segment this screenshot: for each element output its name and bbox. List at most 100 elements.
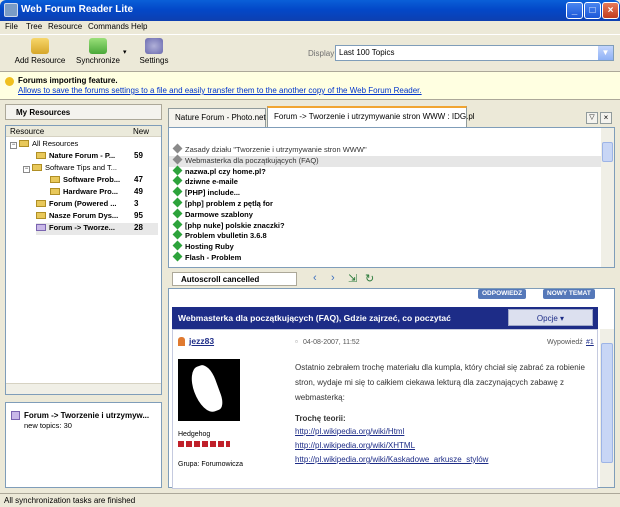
topic-list[interactable]: Zasady działu "Tworzenie i utrzymywanie … (168, 127, 615, 268)
forward-icon[interactable]: › (331, 272, 335, 284)
tree-item-software-tips[interactable]: − Software Tips and T... (23, 163, 117, 175)
scrollbar-thumb[interactable] (601, 343, 613, 463)
synchronize-dropdown-icon[interactable]: ▾ (123, 48, 127, 56)
topic-item[interactable]: [php nuke] polskie znaczki? (169, 219, 614, 232)
read-topic-icon (172, 143, 183, 154)
new-topic-icon (172, 229, 183, 240)
add-resource-button[interactable]: Add Resource (13, 36, 67, 70)
topic-item[interactable]: [php] problem z pętlą for (169, 197, 614, 210)
refresh-icon[interactable]: ↻ (365, 272, 374, 285)
new-topic-button[interactable]: NOWY TEMAT (543, 289, 595, 299)
back-icon[interactable]: ‹ (313, 272, 317, 284)
post-link[interactable]: http://pl.wikipedia.org/wiki/Kaskadowe_a… (295, 455, 488, 464)
close-tab-icon[interactable]: × (600, 112, 612, 124)
post-subheading: Trochę teorii: (295, 414, 346, 423)
post-link[interactable]: http://pl.wikipedia.org/wiki/Html (295, 427, 404, 436)
tab-forum-tworzenie[interactable]: Forum -> Tworzenie i utrzymywanie stron … (267, 106, 475, 127)
tree-item-nature-forum[interactable]: Nature Forum - P... (36, 151, 115, 163)
post-link[interactable]: http://pl.wikipedia.org/wiki/XHTML (295, 441, 415, 450)
options-button[interactable]: Opcje ▾ (508, 309, 593, 326)
topic-scrollbar[interactable] (601, 128, 614, 267)
topic-item[interactable]: Hosting Ruby (169, 240, 614, 253)
post-title: Webmasterka dla początkujących (FAQ), Gd… (178, 313, 451, 323)
topic-item[interactable]: Flash - Problem (169, 251, 614, 264)
autoscroll-status: Autoscroll cancelled (172, 272, 297, 286)
tree-item-nasze-forum[interactable]: Nasze Forum Dys... (36, 211, 118, 223)
topic-item[interactable]: [PHP] include... (169, 186, 614, 199)
settings-button[interactable]: Settings (137, 36, 171, 70)
tab-nature-forum[interactable]: Nature Forum - Photo.net (168, 108, 266, 127)
topic-item[interactable]: nazwa.pl czy home.pl? (169, 165, 614, 178)
add-resource-icon (31, 38, 49, 54)
tab-bar: Nature Forum - Photo.net Forum -> Tworze… (168, 104, 615, 127)
info-bar: Forums importing feature. Allows to save… (0, 72, 620, 100)
new-topic-icon (172, 240, 183, 251)
menu-bar: File Tree Resource Commands Help (0, 21, 620, 34)
resources-header: My Resources (5, 104, 162, 120)
tree-item-count: 49 (134, 187, 143, 196)
topic-item[interactable]: dziwne e-maile (169, 175, 614, 188)
tab-list-icon[interactable]: ▽ (586, 112, 598, 124)
post-author[interactable]: jezz83 (189, 336, 214, 346)
post-scrollbar[interactable] (600, 329, 614, 487)
tree-item-forum-powered[interactable]: Forum (Powered ... (36, 199, 117, 211)
new-topic-icon (172, 175, 183, 186)
new-topic-icon (172, 208, 183, 219)
post-number[interactable]: #1 (586, 339, 594, 346)
folder-icon (32, 164, 42, 171)
forum-icon (36, 152, 46, 159)
forum-icon (11, 411, 20, 420)
menu-resource[interactable]: Resource (48, 22, 82, 31)
reply-button[interactable]: ODPOWIEDZ (478, 289, 527, 299)
menu-commands[interactable]: Commands (88, 22, 129, 31)
tree-item-count: 59 (134, 151, 143, 160)
jump-icon[interactable]: ⇲ (348, 272, 357, 285)
column-new[interactable]: New (129, 126, 161, 137)
app-icon (4, 3, 18, 17)
user-icon (178, 337, 185, 346)
column-resource[interactable]: Resource (6, 126, 129, 137)
tree-item-software-problems[interactable]: Software Prob... (50, 175, 120, 187)
tree-item-hardware-problems[interactable]: Hardware Pro... (50, 187, 118, 199)
maximize-button[interactable]: □ (584, 2, 601, 19)
selected-resource-title: Forum -> Tworzenie i utrzymyw... (24, 411, 150, 420)
topic-item[interactable]: Darmowe szablony (169, 208, 614, 221)
status-text: All synchronization tasks are finished (4, 496, 136, 505)
tree-item-count: 3 (134, 199, 139, 208)
topic-item[interactable]: Zasady działu "Tworzenie i utrzymywanie … (169, 143, 614, 156)
menu-file[interactable]: File (5, 22, 18, 31)
new-topic-icon (172, 165, 183, 176)
topic-item[interactable]: Problem vbulletin 3.6.8 (169, 229, 614, 242)
topic-item[interactable]: Webmasterka dla początkujących (FAQ) (169, 154, 614, 167)
new-topic-icon (172, 197, 183, 208)
forum-icon (36, 224, 46, 231)
tree-item-count: 47 (134, 175, 143, 184)
resource-tree[interactable]: Resource New − All Resources Nature Forum… (5, 125, 162, 395)
tree-item-count: 28 (134, 223, 143, 232)
minimize-button[interactable]: _ (566, 2, 583, 19)
gear-icon (145, 38, 163, 54)
tree-item-all-resources[interactable]: − All Resources (10, 139, 78, 151)
forum-icon (36, 212, 46, 219)
close-button[interactable]: × (602, 2, 619, 19)
selected-resource-info: new topics: 30 (24, 421, 72, 430)
menu-help[interactable]: Help (131, 22, 147, 31)
info-link[interactable]: Allows to save the forums settings to a … (18, 86, 422, 95)
info-icon (5, 77, 14, 86)
tree-horizontal-scrollbar[interactable] (6, 383, 161, 394)
collapse-icon[interactable]: − (10, 142, 17, 149)
resource-info-panel: Forum -> Tworzenie i utrzymyw... new top… (5, 402, 162, 488)
info-title: Forums importing feature. (18, 76, 118, 85)
post-date: 04-08-2007, 11:52 (303, 339, 360, 346)
synchronize-icon (89, 38, 107, 54)
scrollbar-thumb[interactable] (602, 142, 613, 162)
avatar (178, 359, 240, 421)
synchronize-button[interactable]: Synchronize (73, 36, 123, 70)
title-bar: Web Forum Reader Lite _ □ × (0, 0, 620, 21)
collapse-icon[interactable]: − (23, 166, 30, 173)
display-select[interactable]: Last 100 Topics ▼ (335, 45, 614, 61)
toolbar: Add Resource Synchronize ▾ Settings Disp… (0, 34, 620, 72)
menu-tree[interactable]: Tree (26, 22, 42, 31)
new-topic-icon (172, 219, 183, 230)
author-group: Grupa: Forumowicza (178, 461, 243, 468)
